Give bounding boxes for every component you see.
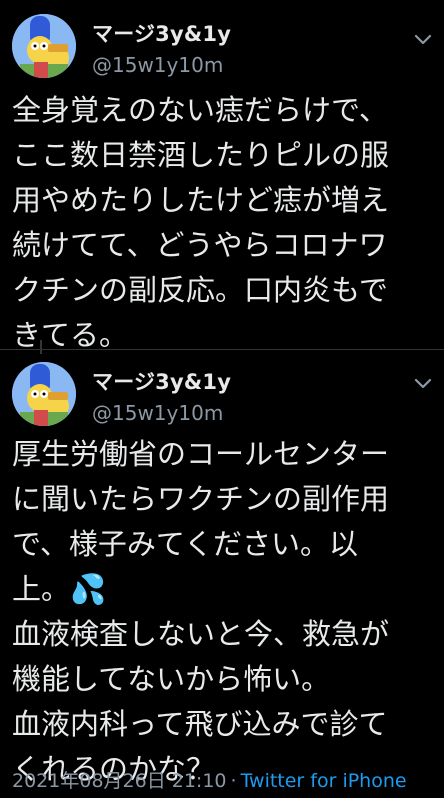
chevron-down-icon[interactable]	[412, 28, 434, 50]
chevron-down-icon[interactable]	[412, 372, 434, 394]
tweet-card[interactable]: マージ3y&1y @15w1y10m 厚生労働省のコールセンター に聞いたらワク…	[0, 350, 444, 798]
tweet-text: 厚生労働省のコールセンター に聞いたらワクチンの副作用 で、様子みてください。以…	[12, 432, 440, 792]
user-handle[interactable]: @15w1y10m	[92, 401, 223, 425]
display-name[interactable]: マージ3y&1y	[92, 18, 231, 48]
tweet-text-line: に聞いたらワクチンの副作用	[12, 482, 390, 516]
tweet-text-line: ここ数日禁酒したりピルの服	[12, 138, 390, 172]
tweet-meta: 2021年08月26日 21:10 · Twitter for iPhone	[12, 766, 407, 793]
tweet-text-line: 上。💦	[12, 572, 107, 606]
source-link[interactable]: Twitter for iPhone	[241, 770, 407, 792]
tweet-text-line: 血液内科って飛び込みで診て	[12, 707, 388, 741]
avatar[interactable]	[12, 14, 76, 78]
avatar[interactable]	[12, 362, 76, 426]
tweet-text-line: 厚生労働省のコールセンター	[12, 437, 390, 471]
meta-separator: ·	[230, 770, 237, 792]
tweet-text-line: 機能してないから怖い。	[12, 662, 331, 696]
tweet-text: 全身覚えのない痣だらけで、 ここ数日禁酒したりピルの服 用やめたりしたけど痣が増…	[12, 88, 440, 358]
tweet-text-line: 血液検査しないと今、救急が	[12, 617, 390, 651]
tweet-text-line: 用やめたりしたけど痣が増え	[12, 183, 390, 217]
tweet-text-line: 続けてて、どうやらコロナワ	[12, 228, 388, 262]
user-handle[interactable]: @15w1y10m	[92, 53, 223, 77]
tweet-text-line: 全身覚えのない痣だらけで、	[12, 93, 388, 127]
cartoon-avatar-icon	[12, 362, 76, 426]
tweet-text-line: クチンの副反応。口内炎もで	[12, 273, 388, 307]
timestamp[interactable]: 2021年08月26日 21:10	[12, 770, 227, 792]
cartoon-avatar-icon	[12, 14, 76, 78]
tweet-text-line: で、様子みてください。以	[12, 527, 358, 561]
tweet-card[interactable]: マージ3y&1y @15w1y10m 全身覚えのない痣だらけで、 ここ数日禁酒し…	[0, 0, 444, 354]
display-name[interactable]: マージ3y&1y	[92, 366, 231, 396]
